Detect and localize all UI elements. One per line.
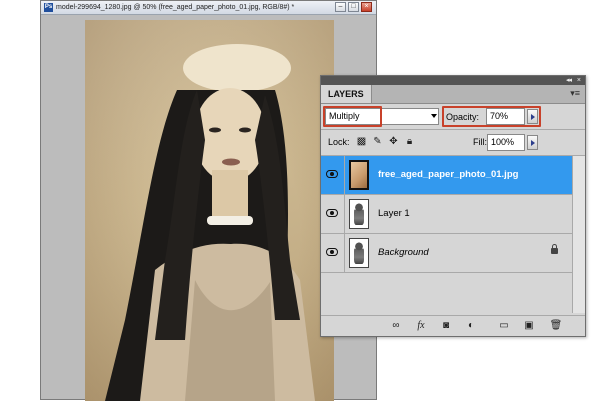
panel-close-icon[interactable]: × [577, 76, 581, 85]
eye-icon [326, 170, 338, 178]
tab-layers[interactable]: LAYERS [321, 85, 372, 103]
eye-icon [326, 248, 338, 256]
lock-label: Lock: [328, 137, 350, 147]
layers-panel: ◂◂ × LAYERS ▾≡ Multiply Opacity: 70% Loc… [320, 75, 586, 337]
maximize-button[interactable]: □ [348, 2, 359, 12]
layer-row-paper[interactable]: free_aged_paper_photo_01.jpg [321, 156, 573, 195]
close-button[interactable]: × [361, 2, 372, 12]
visibility-toggle[interactable] [321, 195, 345, 233]
panel-menu-icon[interactable]: ▾≡ [570, 89, 580, 98]
figure-thumbnail-shape [354, 203, 364, 225]
window-controls: – □ × [335, 2, 372, 12]
layers-bottom-bar: ∞ fx ◙ ◐ ▭ ▣ 🗑︎ [321, 315, 585, 336]
photoshop-icon: Ps [44, 3, 53, 12]
lock-icon [551, 244, 558, 254]
layer-name: Background [378, 247, 429, 258]
layer-thumbnail [349, 199, 369, 229]
blend-opacity-row: Multiply Opacity: 70% [321, 104, 585, 129]
layer-list: free_aged_paper_photo_01.jpg Layer 1 Bac… [321, 156, 573, 274]
folder-icon[interactable]: ▭ [497, 320, 511, 332]
layer-name: free_aged_paper_photo_01.jpg [378, 169, 519, 180]
lock-pixels-icon[interactable]: ✎ [372, 136, 383, 147]
lock-position-icon[interactable]: ✥ [388, 136, 399, 147]
fill-slider-button[interactable] [527, 135, 538, 150]
eye-icon [326, 209, 338, 217]
panel-topbar[interactable]: ◂◂ × [321, 76, 585, 85]
figure-thumbnail-shape [354, 242, 364, 264]
portrait-illustration [105, 44, 315, 401]
link-icon[interactable]: ∞ [389, 320, 403, 332]
visibility-toggle[interactable] [321, 234, 345, 272]
highlight-box-opacity [442, 106, 541, 127]
trash-icon[interactable]: 🗑︎ [549, 320, 563, 332]
highlight-box-blend [323, 106, 382, 127]
collapse-icon[interactable]: ◂◂ [566, 76, 572, 85]
adjustment-icon[interactable]: ◐ [464, 320, 478, 332]
layer-scrollbar[interactable] [572, 156, 585, 313]
canvas-photo[interactable] [85, 20, 334, 401]
lock-all-icon[interactable]: 🔒︎ [404, 136, 415, 147]
chevron-down-icon[interactable] [431, 114, 437, 118]
fx-icon[interactable]: fx [414, 320, 428, 332]
panel-tabbar: LAYERS ▾≡ [321, 85, 585, 104]
layer-thumbnail [349, 238, 369, 268]
layer-row-background[interactable]: Background [321, 234, 573, 273]
minimize-button[interactable]: – [335, 2, 346, 12]
layer-thumbnail [349, 160, 369, 190]
lock-fill-row: Lock: ▩ ✎ ✥ 🔒︎ Fill: 100% [321, 130, 585, 154]
layer-row-layer1[interactable]: Layer 1 [321, 195, 573, 234]
document-title: model-299694_1280.jpg @ 50% (free_aged_p… [56, 4, 295, 11]
new-layer-icon[interactable]: ▣ [522, 320, 536, 332]
fill-label: Fill: [473, 137, 487, 147]
lock-transparency-icon[interactable]: ▩ [356, 136, 367, 147]
layer-name: Layer 1 [378, 208, 410, 219]
fill-input[interactable]: 100% [487, 134, 525, 151]
document-titlebar[interactable]: Ps model-299694_1280.jpg @ 50% (free_age… [41, 1, 376, 15]
visibility-toggle[interactable] [321, 156, 345, 194]
mask-icon[interactable]: ◙ [439, 320, 453, 332]
